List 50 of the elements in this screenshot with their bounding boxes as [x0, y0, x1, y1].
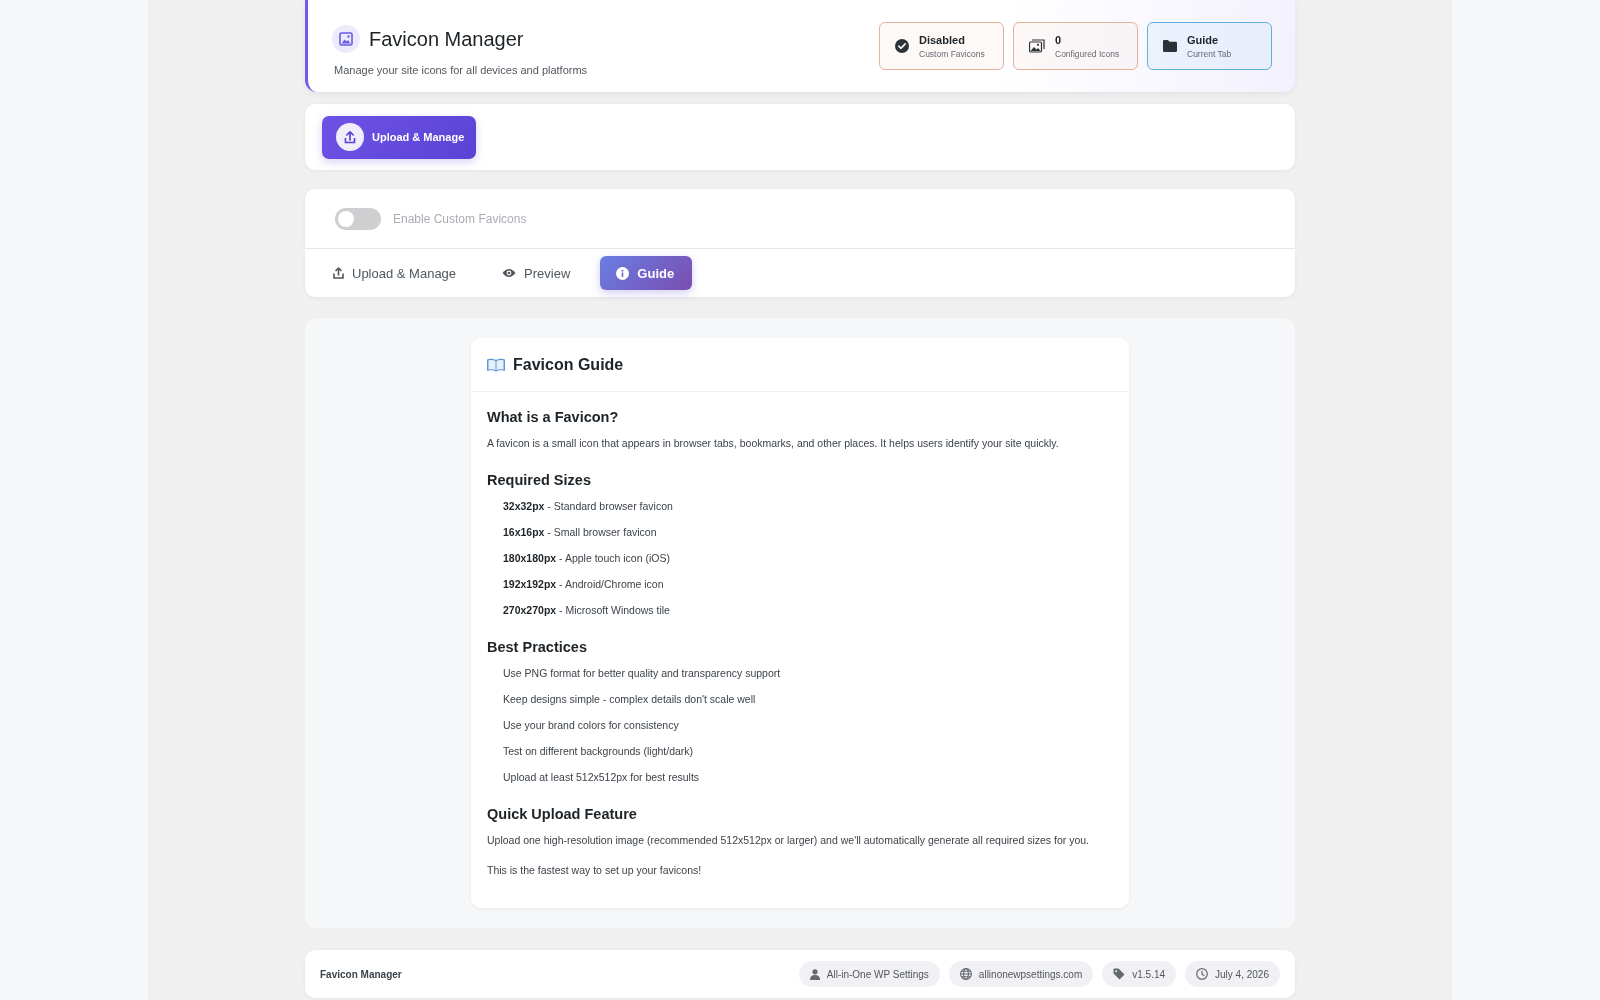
upload-icon — [333, 267, 344, 279]
paragraph: A favicon is a small icon that appears in browser tabs, bookmarks, and other places. It helps users identify your site quickly. — [487, 436, 1060, 451]
toggle-label: Enable Custom Favicons — [393, 211, 527, 226]
chip-text: v1.5.14 — [1132, 968, 1166, 980]
tab[interactable]: Guide — [600, 256, 693, 290]
upload-manage-button[interactable]: Upload & Manage — [322, 115, 476, 159]
paragraph: Upload one high-resolution image (recommended 512x512px or larger) and we'll automatically generate all required sizes for you. — [487, 833, 1090, 848]
footer-title: Favicon Manager — [320, 968, 402, 980]
list-item: Upload at least 512x512px for best results — [503, 770, 700, 785]
image-icon — [332, 24, 360, 53]
toggle-switch[interactable] — [335, 207, 381, 230]
list-item: Use your brand colors for consistency — [503, 718, 679, 733]
upload-icon — [336, 123, 364, 151]
list-item: 16x16px - Small browser favicon — [503, 525, 657, 540]
list-item: 270x270px - Microsoft Windows tile — [503, 603, 670, 618]
chip-text: July 4, 2026 — [1215, 968, 1269, 980]
chip-text: allinonewpsettings.com — [978, 968, 1083, 980]
open-book-icon — [487, 357, 505, 372]
folder-icon — [1163, 40, 1177, 52]
page-title: Favicon Manager — [369, 26, 524, 51]
stat-label: Configured Icons — [1055, 48, 1120, 59]
list-item: 32x32px - Standard browser favicon — [503, 499, 673, 514]
list-item: 192x192px - Android/Chrome icon — [503, 577, 664, 592]
clock-icon — [1196, 968, 1209, 980]
guide-title: Favicon Guide — [513, 355, 624, 374]
stat-value: Disabled — [919, 33, 966, 46]
images-icon — [1029, 39, 1045, 53]
section-heading: Best Practices — [487, 638, 588, 657]
info-icon — [616, 266, 630, 280]
check-circle-icon — [895, 39, 909, 53]
paragraph: This is the fastest way to set up your favicons! — [487, 863, 703, 878]
stat-value: Guide — [1187, 33, 1220, 46]
section-heading: What is a Favicon? — [487, 408, 620, 427]
list-item: Keep designs simple - complex details don't scale well — [503, 692, 756, 707]
stat-label: Custom Favicons — [919, 48, 985, 59]
tab[interactable]: Upload & Manage — [317, 256, 475, 290]
globe-icon — [959, 968, 972, 980]
section-heading: Required Sizes — [487, 471, 592, 490]
section-heading: Quick Upload Feature — [487, 805, 638, 824]
list-item: 180x180px - Apple touch icon (iOS) — [503, 551, 670, 566]
chip-text: All-in-One WP Settings — [826, 968, 929, 980]
tab[interactable]: Preview — [486, 256, 589, 290]
page-subtitle: Manage your site icons for all devices and platforms — [334, 63, 588, 76]
list-item: Test on different backgrounds (light/dark) — [503, 744, 694, 759]
stat-value: 0 — [1055, 33, 1063, 46]
stat-label: Current Tab — [1187, 48, 1232, 59]
eye-icon — [502, 268, 517, 278]
tag-icon — [1113, 968, 1126, 980]
user-icon — [809, 968, 820, 980]
list-item: Use PNG format for better quality and transparency support — [503, 666, 781, 681]
